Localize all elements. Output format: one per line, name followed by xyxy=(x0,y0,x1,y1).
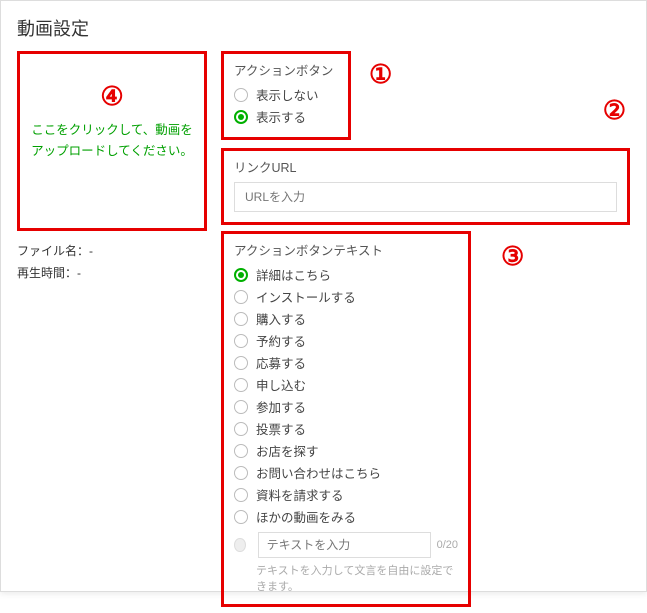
radio-label: インストールする xyxy=(256,287,356,306)
radio-label: お店を探す xyxy=(256,441,319,460)
radio-button-text-option[interactable]: 詳細はこちら xyxy=(234,265,458,284)
radio-button-text-option[interactable]: 参加する xyxy=(234,397,458,416)
radio-label: 資料を請求する xyxy=(256,485,344,504)
radio-label: 表示する xyxy=(256,107,306,126)
radio-button-text-option[interactable]: 投票する xyxy=(234,419,458,438)
duration-row: 再生時間：- xyxy=(17,263,207,285)
custom-button-text-input[interactable] xyxy=(258,532,431,558)
radio-button-text-option[interactable]: 申し込む xyxy=(234,375,458,394)
radio-label: 投票する xyxy=(256,419,306,438)
radio-icon xyxy=(234,444,248,458)
upload-instruction: ここをクリックして、動画を アップロードしてください。 xyxy=(31,120,193,163)
radio-label: 詳細はこちら xyxy=(256,265,331,284)
radio-icon xyxy=(234,268,248,282)
upload-instruction-line1: ここをクリックして、動画を xyxy=(31,123,193,137)
radio-button-text-custom[interactable]: 0/20 xyxy=(234,532,458,558)
link-url-group: リンクURL xyxy=(221,148,630,225)
radio-label: 予約する xyxy=(256,331,306,350)
radio-button-text-option[interactable]: インストールする xyxy=(234,287,458,306)
annotation-badge-3: ③ xyxy=(501,241,524,272)
annotation-badge-1: ① xyxy=(369,59,392,90)
file-metadata: ファイル名：- 再生時間：- xyxy=(17,241,207,284)
radio-label: 申し込む xyxy=(256,375,306,394)
page-title: 動画設定 xyxy=(17,15,630,41)
radio-label: 購入する xyxy=(256,309,306,328)
radio-icon xyxy=(234,312,248,326)
radio-icon xyxy=(234,378,248,392)
radio-label: ほかの動画をみる xyxy=(256,507,356,526)
radio-button-text-option[interactable]: 予約する xyxy=(234,331,458,350)
radio-icon xyxy=(234,110,248,124)
radio-icon xyxy=(234,422,248,436)
char-counter: 0/20 xyxy=(437,539,458,551)
radio-icon xyxy=(234,88,248,102)
radio-show-action-button[interactable]: 表示する xyxy=(234,107,338,126)
duration-label: 再生時間： xyxy=(17,266,77,280)
radio-label: 応募する xyxy=(256,353,306,372)
radio-icon xyxy=(234,290,248,304)
radio-icon xyxy=(234,356,248,370)
content-row: ④ ここをクリックして、動画を アップロードしてください。 ファイル名：- 再生… xyxy=(17,51,630,613)
radio-icon xyxy=(234,488,248,502)
radio-button-text-option[interactable]: 資料を請求する xyxy=(234,485,458,504)
radio-icon xyxy=(234,510,248,524)
radio-button-text-option[interactable]: 応募する xyxy=(234,353,458,372)
button-text-group: アクションボタンテキスト 詳細はこちら インストールする 購入する 予約する 応… xyxy=(221,231,471,607)
annotation-badge-2: ② xyxy=(603,95,626,126)
radio-label: お問い合わせはこちら xyxy=(256,463,381,482)
radio-label: 参加する xyxy=(256,397,306,416)
right-column: アクションボタン 表示しない 表示する ① ② リンクURL xyxy=(221,51,630,613)
annotation-badge-4: ④ xyxy=(100,74,123,118)
radio-icon xyxy=(234,466,248,480)
link-url-input[interactable] xyxy=(234,182,617,212)
radio-button-text-option[interactable]: お店を探す xyxy=(234,441,458,460)
upload-instruction-line2: アップロードしてください。 xyxy=(31,144,193,158)
video-settings-panel: 動画設定 ④ ここをクリックして、動画を アップロードしてください。 ファイル名… xyxy=(0,0,647,592)
radio-icon xyxy=(234,538,246,552)
action-button-group-label: アクションボタン xyxy=(234,60,338,79)
left-column: ④ ここをクリックして、動画を アップロードしてください。 ファイル名：- 再生… xyxy=(17,51,207,284)
radio-label: 表示しない xyxy=(256,85,319,104)
action-button-wrapper: アクションボタン 表示しない 表示する ① ② xyxy=(221,51,630,140)
radio-icon xyxy=(234,400,248,414)
video-upload-dropzone[interactable]: ④ ここをクリックして、動画を アップロードしてください。 xyxy=(17,51,207,231)
file-name-value: - xyxy=(89,244,93,258)
link-url-label: リンクURL xyxy=(234,157,617,176)
file-name-row: ファイル名：- xyxy=(17,241,207,263)
radio-button-text-option[interactable]: お問い合わせはこちら xyxy=(234,463,458,482)
radio-icon xyxy=(234,334,248,348)
custom-text-hint: テキストを入力して文言を自由に設定できます。 xyxy=(256,562,458,594)
button-text-group-label: アクションボタンテキスト xyxy=(234,240,458,259)
radio-button-text-option[interactable]: ほかの動画をみる xyxy=(234,507,458,526)
action-button-group: アクションボタン 表示しない 表示する xyxy=(221,51,351,140)
radio-button-text-option[interactable]: 購入する xyxy=(234,309,458,328)
button-text-wrapper: アクションボタンテキスト 詳細はこちら インストールする 購入する 予約する 応… xyxy=(221,231,630,607)
radio-hide-action-button[interactable]: 表示しない xyxy=(234,85,338,104)
duration-value: - xyxy=(77,266,81,280)
file-name-label: ファイル名： xyxy=(17,244,89,258)
